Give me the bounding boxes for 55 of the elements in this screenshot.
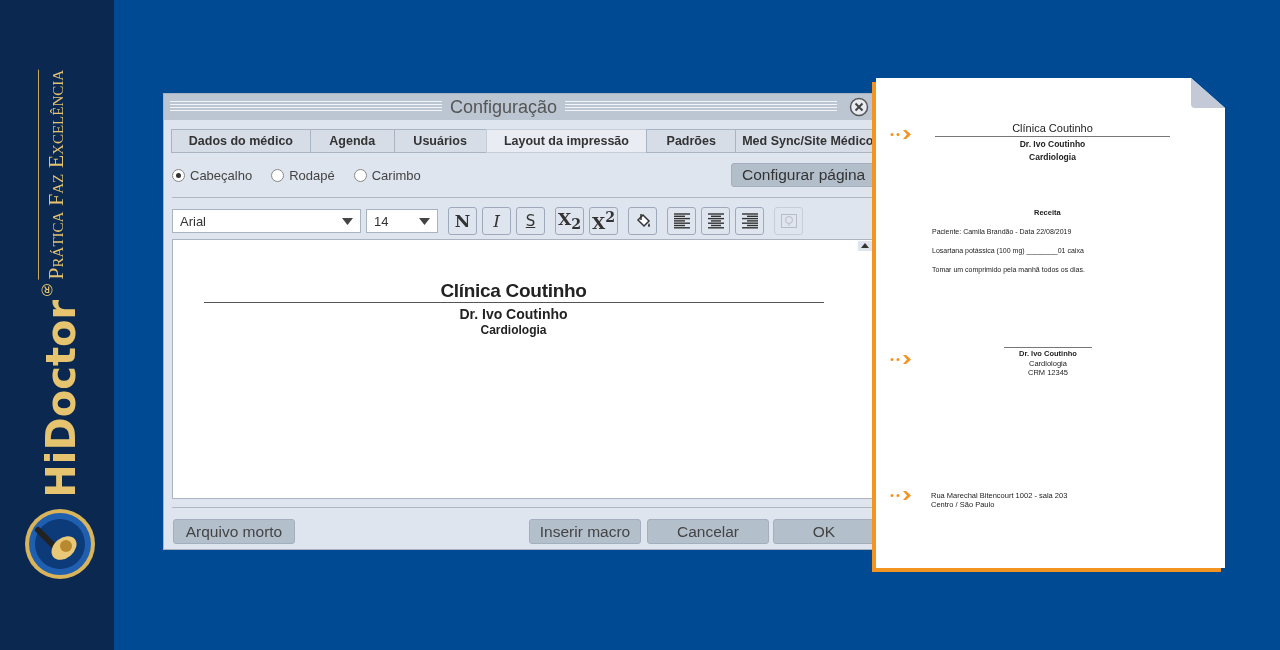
tab[interactable]: Padrões (646, 129, 737, 153)
scroll-up-icon[interactable] (858, 241, 872, 251)
arrow-icon (890, 130, 912, 139)
arrow-icon (890, 355, 912, 364)
caret-icon (419, 217, 430, 225)
image-icon (779, 212, 798, 230)
fill-color-button[interactable] (628, 207, 657, 235)
dialog-button[interactable]: OK (773, 519, 875, 544)
page-setup-button[interactable]: Configurar página (731, 163, 875, 187)
header-editor[interactable]: Clínica Coutinho Dr. Ivo Coutinho Cardiologia (172, 239, 875, 499)
align-right-icon (740, 212, 759, 230)
radio-button[interactable] (172, 168, 185, 182)
radio-button[interactable] (271, 168, 285, 182)
radio-option[interactable]: Carimbo (353, 167, 421, 183)
tab[interactable]: Med Sync/Site Médico (735, 129, 875, 153)
brand-name: HiDoctor® (38, 279, 84, 498)
header-line: Dr. Ivo Coutinho (459, 306, 568, 322)
radio-option[interactable]: Rodapé (271, 167, 335, 183)
tab[interactable]: Layout da impressão (485, 129, 648, 153)
clinic-name: Clínica Coutinho (440, 280, 587, 302)
arrow-icon (890, 490, 912, 500)
radio-label: Carimbo (371, 167, 421, 183)
bold-button[interactable]: N (448, 207, 477, 235)
align-right-button[interactable] (735, 207, 764, 235)
italic-button[interactable]: I (482, 207, 511, 235)
font-size-dropdown[interactable]: 14 (366, 209, 438, 233)
align-center-button[interactable] (701, 207, 730, 235)
underline-button[interactable]: S (516, 207, 545, 235)
subscript-button[interactable]: X$_{2}$ (555, 207, 584, 235)
header-line: Cardiologia (1029, 151, 1076, 163)
dialog-button[interactable]: Cancelar (647, 519, 769, 544)
header-line: Dr. Ivo Coutinho (1019, 138, 1086, 150)
tab[interactable]: Dados do médico (171, 129, 311, 153)
align-center-icon (706, 212, 725, 230)
close-icon[interactable] (849, 97, 869, 117)
archive-button[interactable]: Arquivo morto (173, 519, 295, 544)
stethoscope-emblem-icon (24, 507, 96, 580)
clinic-name: Clínica Coutinho (1012, 122, 1093, 135)
radio-label: Cabeçalho (190, 167, 253, 183)
dialog-button[interactable]: Inserir macro (529, 519, 641, 544)
header-line: Cardiologia (480, 323, 547, 337)
superscript-button[interactable]: X$^{2}$ (589, 207, 618, 235)
registered-mark: ® (38, 279, 56, 298)
brand-tagline: Prática Faz Excelência (38, 70, 69, 280)
align-left-button[interactable] (667, 207, 696, 235)
window-title: Configuração (449, 96, 558, 118)
folded-corner-icon (1191, 78, 1225, 108)
radio-button[interactable] (353, 168, 367, 182)
tab[interactable]: Agenda (309, 129, 395, 153)
align-left-icon (672, 212, 691, 230)
caret-icon (342, 217, 353, 225)
radio-label: Rodapé (289, 167, 335, 183)
font-dropdown[interactable]: Arial (172, 209, 361, 233)
tab[interactable]: Usuários (393, 129, 487, 153)
radio-option[interactable]: Cabeçalho (172, 167, 253, 183)
